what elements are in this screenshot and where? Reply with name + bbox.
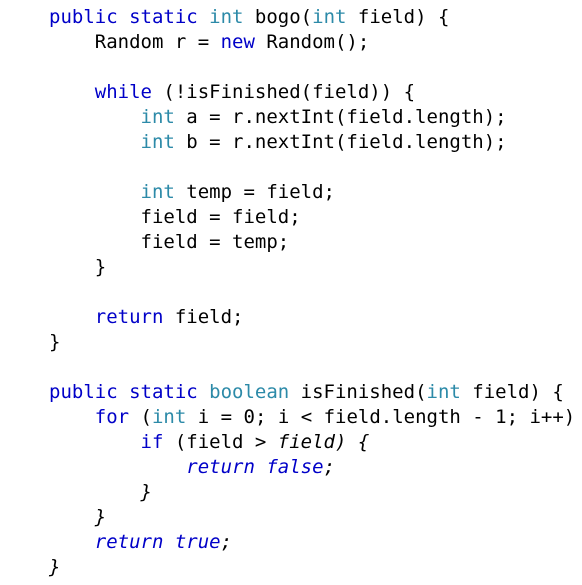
code-token: i = 0; i < field.length - 1; i++) { [186, 406, 582, 428]
code-token: new [220, 31, 255, 53]
code-line: public static boolean isFinished(int fie… [49, 380, 582, 405]
code-token: bogo( [243, 6, 313, 28]
code-token: (!isFinished(field)) { [151, 81, 416, 103]
code-token: for [94, 406, 130, 428]
code-line: int temp = field; [49, 180, 582, 205]
code-token: return [94, 306, 164, 328]
code-token: a = r.nextInt(field.length); [174, 106, 507, 128]
code-token: ; [323, 456, 336, 478]
code-token: field; [163, 306, 244, 328]
code-line: int b = r.nextInt(field.length); [49, 130, 582, 155]
code-token: field = temp; [49, 231, 290, 253]
code-token: int [140, 106, 175, 128]
code-token: field) { [460, 381, 564, 403]
code-token: } [49, 331, 61, 353]
code-token: } [49, 556, 61, 578]
code-line: while (!isFinished(field)) { [49, 80, 582, 105]
code-line: } [49, 505, 582, 530]
code-token: Random(); [254, 31, 370, 53]
code-line: int a = r.nextInt(field.length); [49, 105, 582, 130]
code-token: ( [129, 406, 152, 428]
code-token: b = r.nextInt(field.length); [174, 131, 507, 153]
code-line: return false; [49, 455, 582, 480]
code-token: temp = field; [174, 181, 335, 203]
code-editor[interactable]: public static int bogo(int field) { Rand… [49, 5, 582, 580]
code-token: } [49, 481, 152, 503]
code-token: } [49, 256, 107, 278]
code-line: } [49, 555, 582, 580]
code-token: int [151, 406, 187, 428]
code-line: for (int i = 0; i < field.length - 1; i+… [49, 405, 582, 430]
code-token: Random r = [49, 31, 221, 53]
code-token: return false [186, 456, 324, 478]
code-token: while [94, 81, 152, 103]
code-token: boolean [209, 381, 290, 403]
code-token: if [140, 431, 164, 453]
code-token: field) { [346, 6, 450, 28]
code-line: Random r = new Random(); [49, 30, 582, 55]
code-token: public static [49, 6, 210, 28]
code-line: } [49, 255, 582, 280]
code-line: field = field; [49, 205, 582, 230]
code-line: return true; [49, 530, 582, 555]
code-line: return field; [49, 305, 582, 330]
code-line: if (field > field) { [49, 430, 582, 455]
code-token: ; [220, 531, 233, 553]
code-token: public static [49, 381, 210, 403]
code-token: (field [163, 431, 255, 453]
code-token: return true [94, 531, 221, 553]
code-line: } [49, 330, 582, 355]
code-token: int [426, 381, 461, 403]
code-token: } [49, 506, 107, 528]
code-token: int [140, 181, 175, 203]
code-token: isFinished( [289, 381, 427, 403]
code-token: int [209, 6, 244, 28]
code-token: field = field; [49, 206, 301, 228]
code-token: > field) { [254, 431, 370, 453]
code-line: } [49, 480, 582, 505]
code-line: public static int bogo(int field) { [49, 5, 582, 30]
code-token: int [312, 6, 347, 28]
code-line: field = temp; [49, 230, 582, 255]
code-token: int [140, 131, 175, 153]
